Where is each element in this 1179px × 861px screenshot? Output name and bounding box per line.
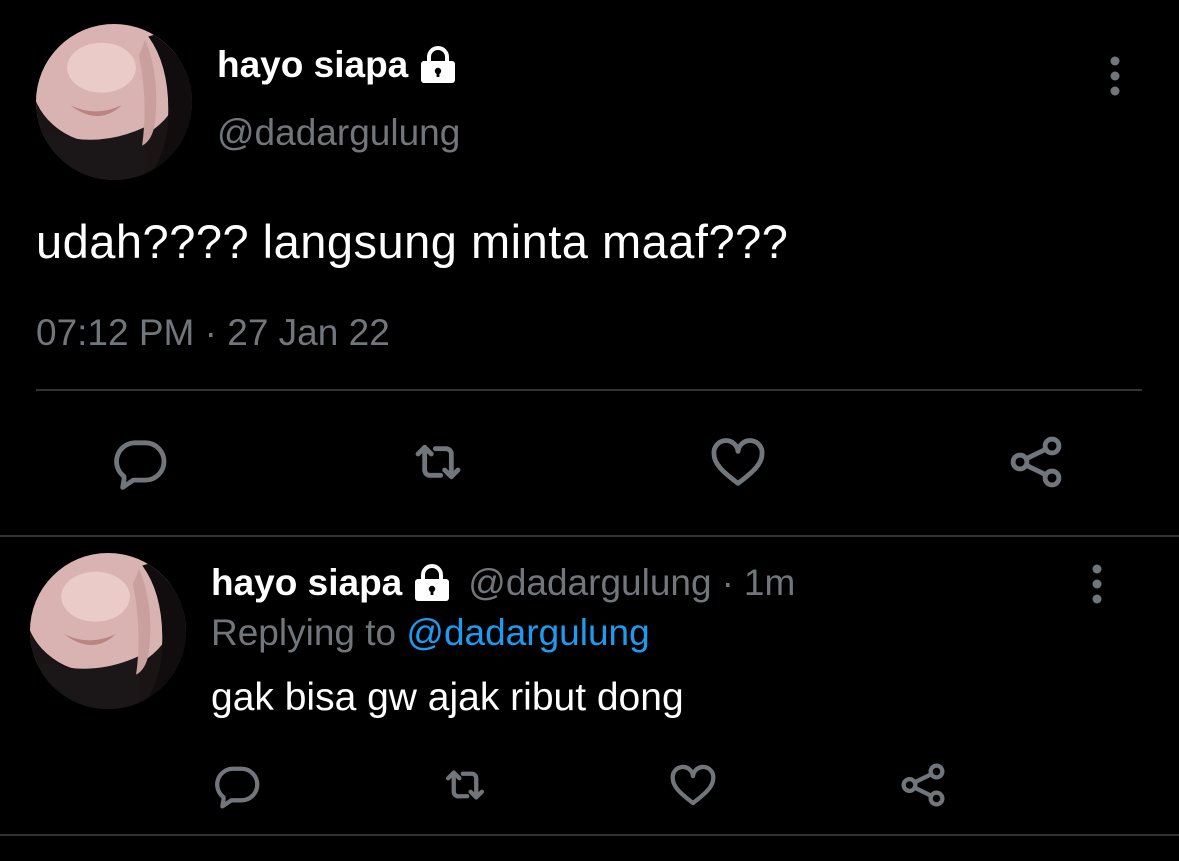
reply-icon[interactable] xyxy=(108,430,172,494)
more-vertical-icon[interactable] xyxy=(1082,562,1112,606)
divider xyxy=(0,834,1179,836)
reply-header: hayo siapa @dadargulung · 1m xyxy=(211,562,795,604)
like-icon[interactable] xyxy=(706,430,770,494)
divider xyxy=(36,389,1142,391)
reply-text: gak bisa gw ajak ribut dong xyxy=(211,676,684,719)
tweet-text: udah???? langsung minta maaf??? xyxy=(36,215,789,268)
separator-dot: · xyxy=(721,562,734,603)
display-name[interactable]: hayo siapa xyxy=(217,44,458,86)
share-icon[interactable] xyxy=(1004,430,1068,494)
tweet-timestamp[interactable]: 07:12 PM · 27 Jan 22 xyxy=(36,312,390,354)
handle[interactable]: @dadargulung xyxy=(217,112,460,154)
section-divider xyxy=(0,535,1179,537)
replying-to-link[interactable]: @dadargulung xyxy=(406,612,649,653)
reply-handle[interactable]: @dadargulung xyxy=(468,562,711,604)
replying-to-prefix: Replying to xyxy=(211,612,397,653)
share-icon[interactable] xyxy=(896,758,950,812)
lock-icon xyxy=(412,563,452,603)
lock-icon xyxy=(418,45,458,85)
avatar[interactable] xyxy=(36,24,192,180)
display-name-text: hayo siapa xyxy=(217,44,409,85)
like-icon[interactable] xyxy=(666,758,720,812)
reply-time-ago[interactable]: 1m xyxy=(744,562,795,604)
avatar-image xyxy=(36,24,192,180)
replying-to: Replying to @dadargulung xyxy=(211,612,650,654)
retweet-icon[interactable] xyxy=(438,758,492,812)
reply-display-name[interactable]: hayo siapa xyxy=(211,562,402,604)
reply-avatar[interactable] xyxy=(30,553,186,709)
more-vertical-icon[interactable] xyxy=(1100,54,1130,98)
retweet-icon[interactable] xyxy=(406,430,470,494)
reply-icon[interactable] xyxy=(210,758,264,812)
avatar-image xyxy=(30,553,186,709)
